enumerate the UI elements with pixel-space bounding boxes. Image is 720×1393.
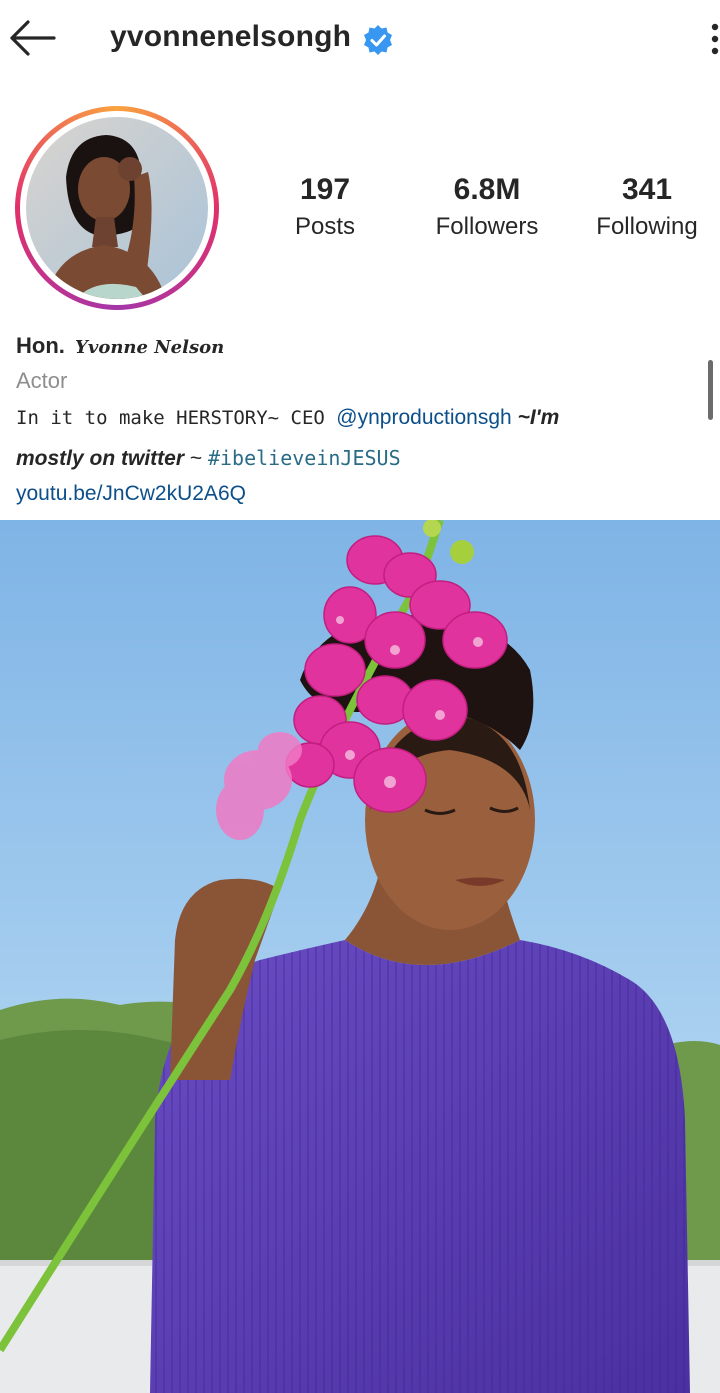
bio-text: In it to make HERSTORY~ CEO bbox=[16, 407, 337, 429]
scrollbar[interactable] bbox=[708, 360, 713, 420]
name-signature: Yvonne Nelson bbox=[75, 337, 225, 358]
name-prefix: Hon. bbox=[16, 333, 65, 358]
stat-followers[interactable]: 6.8M Followers bbox=[412, 170, 562, 244]
bio-hashtag-link[interactable]: #ibelieveinJESUS bbox=[208, 446, 401, 470]
bio-line-2: mostly on twitter ~ #ibelieveinJESUS bbox=[16, 438, 696, 479]
posts-count: 197 bbox=[299, 173, 351, 206]
stat-posts[interactable]: 197 Posts bbox=[250, 170, 400, 244]
followers-count: 6.8M bbox=[453, 173, 521, 206]
profile-username: yvonnenelsongh bbox=[110, 20, 352, 53]
bio-text-suffix: ~I'm bbox=[511, 406, 560, 429]
avatar[interactable] bbox=[26, 117, 208, 299]
followers-label: Followers bbox=[435, 213, 539, 240]
profile-category: Actor bbox=[16, 368, 68, 393]
bio-website-link[interactable]: youtu.be/JnCw2kU2A6Q bbox=[16, 479, 696, 509]
following-label: Following bbox=[596, 213, 698, 240]
following-count: 341 bbox=[621, 173, 673, 206]
stat-following[interactable]: 341 Following bbox=[572, 170, 720, 244]
bio-mention-link[interactable]: @ynproductionsgh bbox=[336, 406, 511, 429]
profile-stats: 197 Posts 6.8M Followers 341 Following bbox=[270, 170, 720, 260]
bio-line-1: In it to make HERSTORY~ CEO @ynproductio… bbox=[16, 398, 696, 438]
profile-header: yvonnenelsongh bbox=[0, 0, 720, 80]
profile-bio: Hon. Yvonne Nelson Actor In it to make H… bbox=[16, 328, 696, 509]
posts-label: Posts bbox=[294, 213, 356, 240]
more-vertical-icon[interactable] bbox=[706, 22, 720, 56]
post-photo[interactable] bbox=[0, 520, 720, 1393]
story-ring[interactable] bbox=[15, 106, 219, 310]
bio-italic-text: mostly on twitter bbox=[16, 447, 185, 470]
arrow-left-icon[interactable] bbox=[6, 16, 58, 60]
bio-separator: ~ bbox=[184, 447, 208, 470]
verified-badge-icon bbox=[364, 25, 392, 55]
display-name: Hon. Yvonne Nelson bbox=[16, 328, 696, 364]
